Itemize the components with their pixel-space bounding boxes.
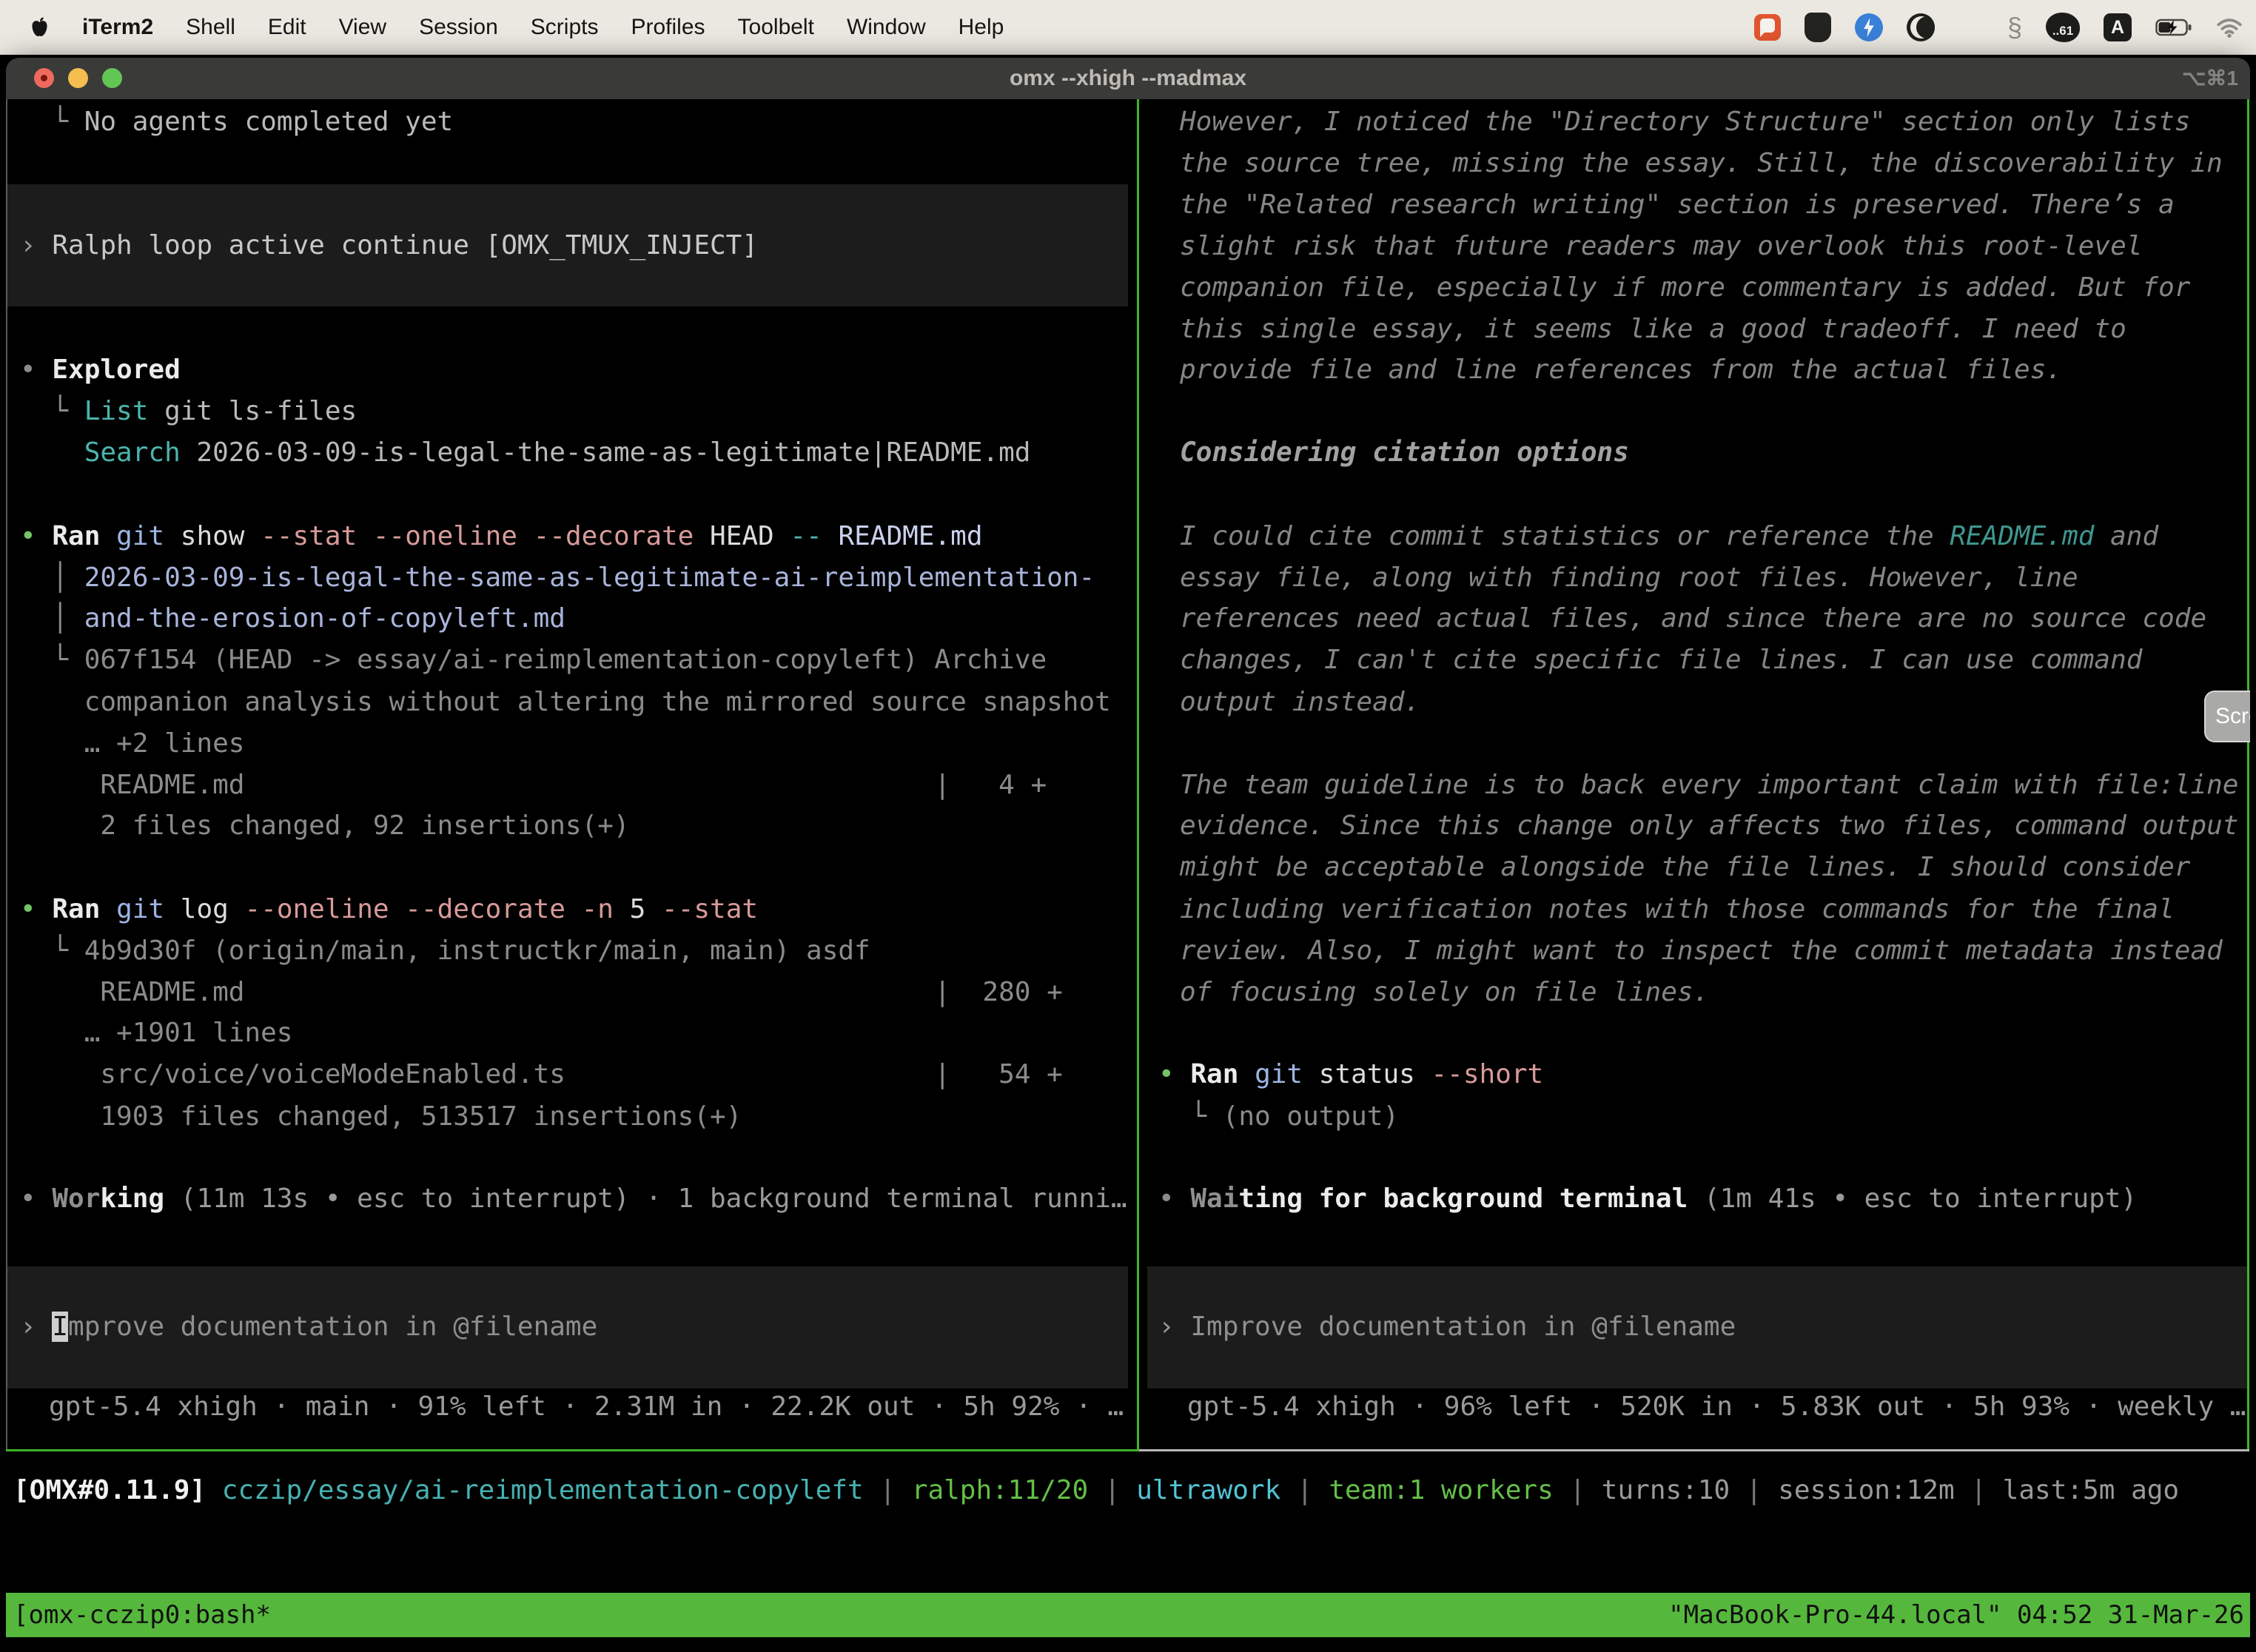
- screen-share-overlay-button[interactable]: Scre: [2204, 691, 2250, 742]
- iterm-window: omx --xhigh --madmax ⌥⌘1 └ No agents com…: [6, 58, 2250, 1652]
- battery-charging-icon[interactable]: [2155, 19, 2192, 36]
- badge-61-icon[interactable]: ..61: [2046, 13, 2080, 42]
- terminal-line: changes, I can't cite specific file line…: [1180, 639, 2142, 681]
- window-title: omx --xhigh --madmax: [6, 58, 2250, 99]
- right-agent-pane[interactable]: However, I noticed the "Directory Struct…: [1144, 99, 2250, 1451]
- terminal-line: provide file and line references from th…: [1180, 349, 2062, 391]
- status-line-right: gpt-5.4 xhigh · 96% left · 520K in · 5.8…: [1187, 1386, 2246, 1428]
- terminal-line: essay file, along with finding root file…: [1180, 557, 2078, 599]
- terminal-line: companion analysis without altering the …: [20, 682, 1111, 723]
- apple-menu-icon[interactable]: [30, 16, 50, 39]
- terminal-line: … +1901 lines: [20, 1013, 292, 1054]
- terminal-line: • Working (11m 13s • esc to interrupt) ·…: [20, 1178, 1127, 1220]
- terminal-line: this single essay, it seems like a good …: [1180, 309, 2126, 350]
- terminal-line: README.md | 4 +: [20, 765, 1047, 806]
- blue-bolt-icon[interactable]: [1855, 13, 1883, 41]
- terminal-line: output instead.: [1180, 682, 1420, 723]
- terminal-line: └ List git ls-files: [20, 391, 357, 432]
- terminal-line: slight risk that future readers may over…: [1180, 226, 2142, 267]
- terminal-line: … +2 lines: [20, 723, 244, 765]
- menu-item-list: iTerm2 Shell Edit View Session Scripts Profile…: [82, 15, 1004, 40]
- menu-view[interactable]: View: [339, 15, 386, 40]
- terminal-line: 2 files changed, 92 insertions(+): [20, 805, 630, 847]
- terminal-line: │ and-the-erosion-of-copyleft.md: [20, 598, 565, 639]
- status-line-left: gpt-5.4 xhigh · main · 91% left · 2.31M …: [49, 1386, 1124, 1428]
- terminal-line: • Explored: [20, 349, 181, 391]
- menu-session[interactable]: Session: [419, 15, 498, 40]
- menu-edit[interactable]: Edit: [268, 15, 306, 40]
- wifi-icon[interactable]: [2216, 17, 2243, 38]
- terminal-line: README.md | 280 +: [20, 972, 1063, 1013]
- terminal-line: companion file, especially if more comme…: [1180, 267, 2190, 309]
- terminal-line: the "Related research writing" section i…: [1180, 184, 2175, 226]
- menu-help[interactable]: Help: [959, 15, 1004, 40]
- terminal-line: • Ran git show --stat --oneline --decora…: [20, 516, 983, 557]
- terminal-line: • Ran git status --short: [1158, 1054, 1543, 1095]
- terminal-line: └ (no output): [1158, 1096, 1399, 1138]
- pane-divider[interactable]: [1137, 99, 1139, 1451]
- tmux-host-clock: "MacBook-Pro-44.local" 04:52 31-Mar-26: [1668, 1593, 2244, 1637]
- terminal-content: └ No agents completed yet › Ralph loop ac…: [6, 99, 2250, 1652]
- dots-grid-icon[interactable]: [1958, 15, 1984, 40]
- terminal-line: of focusing solely on file lines.: [1180, 972, 1709, 1013]
- terminal-line: │ 2026-03-09-is-legal-the-same-as-legiti…: [20, 557, 1095, 599]
- terminal-line: └ 4b9d30f (origin/main, instructkr/main,…: [20, 930, 870, 972]
- menubar-menus: iTerm2 Shell Edit View Session Scripts Profile…: [0, 15, 1004, 40]
- terminal-line: └ 067f154 (HEAD -> essay/ai-reimplementa…: [20, 639, 1047, 681]
- prompt-line-right-input: › Improve documentation in @filename: [1158, 1306, 1736, 1348]
- tmux-status-bar: [omx-cczip0:bash* "MacBook-Pro-44.local"…: [6, 1593, 2250, 1637]
- terminal-line: The team guideline is to back every impo…: [1180, 765, 2238, 806]
- terminal-line: I could cite commit statistics or refere…: [1180, 516, 2158, 557]
- window-titlebar[interactable]: omx --xhigh --madmax ⌥⌘1: [6, 58, 2250, 100]
- left-agent-pane[interactable]: └ No agents completed yet › Ralph loop ac…: [6, 99, 1137, 1451]
- terminal-line: Search 2026-03-09-is-legal-the-same-as-l…: [20, 432, 1030, 474]
- terminal-line: src/voice/voiceModeEnabled.ts | 54 +: [20, 1054, 1063, 1095]
- menubar-status-icons: § ..61 A: [1754, 13, 2256, 42]
- menu-shell[interactable]: Shell: [186, 15, 235, 40]
- terminal-line: might be acceptable alongside the file l…: [1180, 847, 2190, 888]
- menu-toolbelt[interactable]: Toolbelt: [738, 15, 814, 40]
- terminal-line: └ No agents completed yet: [20, 101, 453, 143]
- tmux-session-label: [omx-cczip0:bash*: [13, 1593, 271, 1637]
- menu-window[interactable]: Window: [847, 15, 926, 40]
- chat-app-icon[interactable]: [1754, 14, 1781, 41]
- terminal-line: references need actual files, and since …: [1180, 598, 2206, 639]
- prompt-line-left-input: › Improve documentation in @filename: [20, 1306, 597, 1348]
- prompt-line-left: › Ralph loop active continue [OMX_TMUX_I…: [20, 225, 758, 266]
- menu-profiles[interactable]: Profiles: [631, 15, 705, 40]
- terminal-line: However, I noticed the "Directory Struct…: [1180, 101, 2190, 143]
- terminal-line: evidence. Since this change only affects…: [1180, 805, 2238, 847]
- menu-scripts[interactable]: Scripts: [531, 15, 599, 40]
- menubar: iTerm2 Shell Edit View Session Scripts Profile…: [0, 0, 2256, 55]
- menu-iterm2[interactable]: iTerm2: [82, 15, 153, 40]
- squiggle-icon[interactable]: §: [2007, 14, 2022, 41]
- omx-status-line: [OMX#0.11.9] cczip/essay/ai-reimplementa…: [13, 1470, 2179, 1511]
- keyboard-A-icon[interactable]: A: [2104, 13, 2132, 41]
- terminal-line: Considering citation options: [1180, 432, 1629, 474]
- terminal-line: including verification notes with those …: [1180, 889, 2175, 930]
- terminal-line: • Waiting for background terminal (1m 41…: [1158, 1178, 2137, 1220]
- terminal-line: the source tree, missing the essay. Stil…: [1180, 143, 2223, 184]
- shield-grid-icon[interactable]: [1805, 13, 1831, 42]
- terminal-line: • Ran git log --oneline --decorate -n 5 …: [20, 889, 758, 930]
- window-shortcut-badge: ⌥⌘1: [2182, 58, 2238, 99]
- terminal-line: review. Also, I might want to inspect th…: [1180, 930, 2223, 972]
- dark-crescent-icon[interactable]: [1907, 13, 1935, 41]
- terminal-line: 1903 files changed, 513517 insertions(+): [20, 1096, 742, 1138]
